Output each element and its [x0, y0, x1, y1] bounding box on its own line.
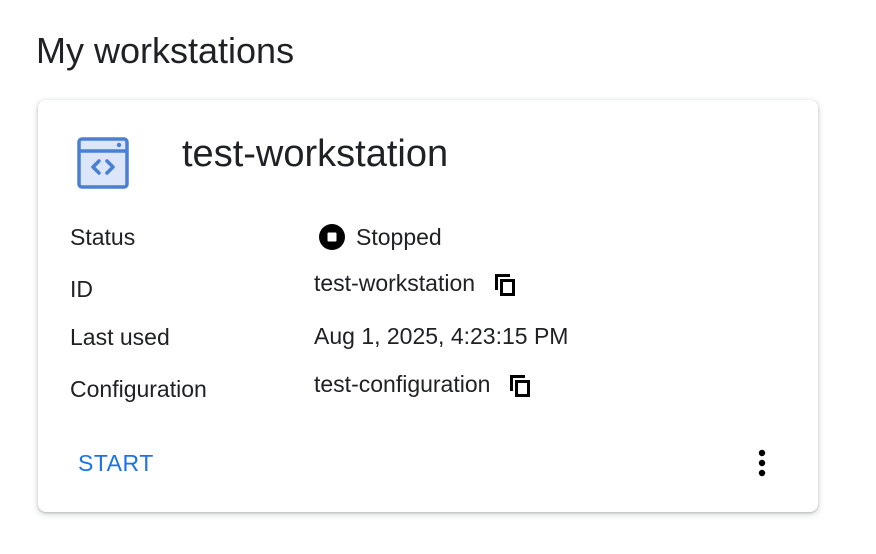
id-text: test-workstation: [314, 270, 476, 296]
start-button[interactable]: START: [66, 442, 166, 484]
workstation-name: test-workstation: [182, 133, 449, 175]
status-label: Status: [70, 224, 136, 250]
configuration-label: Configuration: [70, 376, 207, 402]
configuration-value: test-configuration: [314, 369, 534, 399]
configuration-text: test-configuration: [314, 371, 491, 397]
last-used-label: Last used: [70, 324, 170, 350]
copy-configuration-icon[interactable]: [506, 370, 534, 398]
status-text: Stopped: [356, 224, 442, 250]
more-vert-icon: [742, 449, 782, 487]
status-value: Stopped: [314, 222, 442, 252]
last-used-value: Aug 1, 2025, 4:23:15 PM: [314, 321, 568, 351]
stop-circle-icon: [318, 223, 346, 251]
id-label: ID: [70, 276, 93, 302]
more-options-button[interactable]: [742, 442, 782, 484]
id-value: test-workstation: [314, 268, 519, 298]
copy-id-icon[interactable]: [491, 269, 519, 297]
code-browser-icon: [76, 136, 130, 190]
page-title: My workstations: [36, 30, 295, 71]
last-used-text: Aug 1, 2025, 4:23:15 PM: [314, 323, 569, 349]
workstation-card: test-workstation Status Stopped ID test-…: [38, 100, 818, 512]
